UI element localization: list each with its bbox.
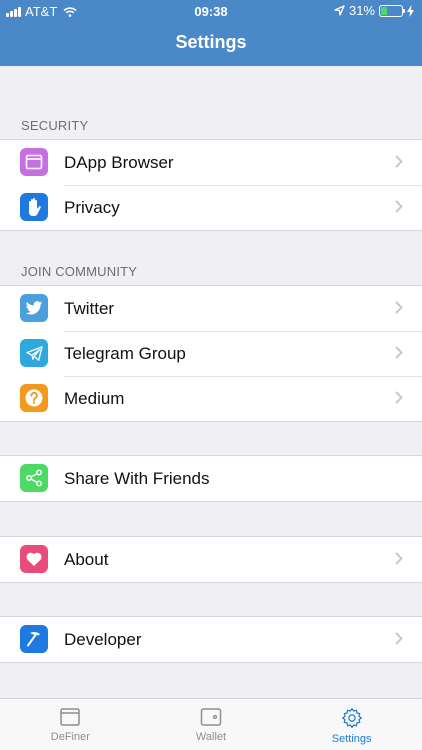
browser-window-icon xyxy=(60,708,81,726)
status-right: 31% xyxy=(334,3,414,18)
settings-row-developer[interactable]: Developer xyxy=(0,617,422,662)
settings-row-dapp-browser[interactable]: DApp Browser xyxy=(0,140,422,185)
battery-percent: 31% xyxy=(348,3,375,18)
settings-row-share-with-friends[interactable]: Share With Friends xyxy=(0,456,422,501)
share-group: Share With Friends xyxy=(0,455,422,502)
row-label: Telegram Group xyxy=(64,343,186,363)
row-label: Medium xyxy=(64,388,125,408)
tab-label: Settings xyxy=(331,733,372,745)
heart-icon xyxy=(20,545,48,573)
hand-icon xyxy=(20,193,48,221)
question-icon xyxy=(20,384,48,412)
tab-definer[interactable]: DeFiner xyxy=(0,699,141,750)
charging-bolt-icon xyxy=(407,4,414,17)
tab-label: DeFiner xyxy=(50,731,90,743)
row-label: About xyxy=(64,549,109,569)
settings-row-privacy[interactable]: Privacy xyxy=(0,185,422,230)
paper-plane-icon xyxy=(20,339,48,367)
hammer-icon xyxy=(20,625,48,653)
row-label: Share With Friends xyxy=(64,468,210,488)
page-title: Settings xyxy=(175,32,247,52)
chevron-right-icon xyxy=(395,155,403,168)
about-group: About xyxy=(0,536,422,583)
settings-row-twitter[interactable]: Twitter xyxy=(0,286,422,331)
gear-icon xyxy=(341,708,362,728)
share-icon xyxy=(20,464,48,492)
tab-wallet[interactable]: Wallet xyxy=(141,699,282,750)
chevron-right-icon xyxy=(395,552,403,565)
settings-row-about[interactable]: About xyxy=(0,537,422,582)
tab-bar: DeFiner Wallet Settings xyxy=(0,698,422,750)
chevron-right-icon xyxy=(395,391,403,404)
row-label: Developer xyxy=(64,629,142,649)
twitter-bird-icon xyxy=(20,294,48,322)
settings-row-medium[interactable]: Medium xyxy=(0,376,422,421)
row-label: Privacy xyxy=(64,197,120,217)
security-group: DApp Browser Privacy xyxy=(0,139,422,231)
chevron-right-icon xyxy=(395,301,403,314)
developer-group: Developer xyxy=(0,616,422,663)
tab-label: Wallet xyxy=(195,731,227,743)
battery-icon xyxy=(379,4,405,17)
location-arrow-icon xyxy=(334,5,345,16)
section-label-join-community: JOIN COMMUNITY xyxy=(21,264,138,279)
chevron-right-icon xyxy=(395,346,403,359)
status-bar: AT&T 09:38 31% xyxy=(0,0,422,22)
browser-window-icon xyxy=(20,148,48,176)
section-label-security: SECURITY xyxy=(21,118,89,133)
navigation-header: AT&T 09:38 31% Settings xyxy=(0,0,422,66)
tab-settings[interactable]: Settings xyxy=(281,699,422,750)
community-group: Twitter Telegram Group Medium xyxy=(0,285,422,422)
row-label: Twitter xyxy=(64,298,115,318)
settings-row-telegram-group[interactable]: Telegram Group xyxy=(0,331,422,376)
chevron-right-icon xyxy=(395,200,403,213)
chevron-right-icon xyxy=(395,632,403,645)
wallet-icon xyxy=(200,708,222,726)
row-label: DApp Browser xyxy=(64,152,174,172)
